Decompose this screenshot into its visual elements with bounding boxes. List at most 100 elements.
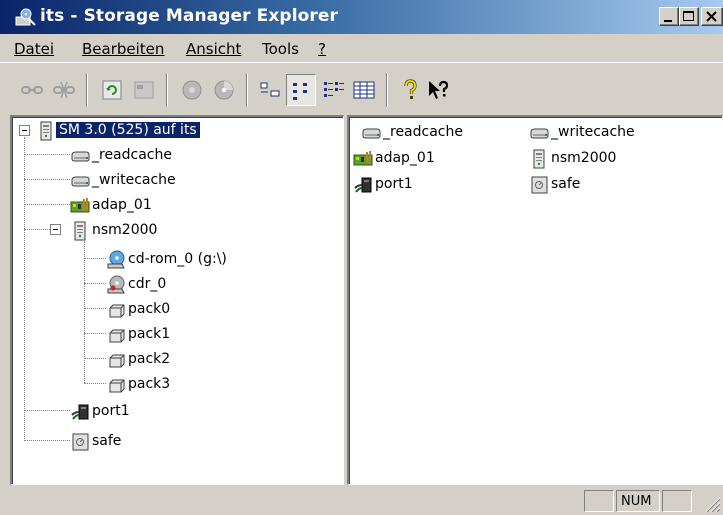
tree-node-label: safe — [92, 433, 122, 449]
tree-connector — [24, 137, 25, 441]
menu-bearbeiten[interactable]: Bearbeiten — [82, 40, 164, 58]
storage-manager-app-icon — [15, 8, 36, 26]
status-panel-empty — [584, 490, 614, 512]
menu-bar: Datei Bearbeiten Ansicht Tools ? — [0, 34, 723, 62]
status-bar: NUM — [0, 487, 723, 515]
toolbar-separator — [86, 73, 88, 107]
tree-connector — [24, 229, 50, 230]
tree-expander-root[interactable] — [19, 125, 30, 136]
tree-connector — [24, 204, 70, 205]
tree-connector — [84, 283, 106, 284]
menu-ansicht[interactable]: Ansicht — [186, 40, 241, 58]
properties-icon[interactable] — [132, 78, 156, 102]
list-item-label: port1 — [375, 176, 413, 192]
tree-expander-nsm2000[interactable] — [50, 224, 61, 235]
tree-pane[interactable]: SM 3.0 (525) auf its _readcache _writeca… — [10, 115, 344, 485]
tree-node-label: pack2 — [128, 351, 171, 367]
tree-node-label: pack1 — [128, 326, 171, 342]
title-bar[interactable]: its - Storage Manager Explorer — [0, 0, 723, 34]
menu-help-label: ? — [318, 40, 326, 58]
server-icon — [70, 221, 90, 241]
cdrom-icon — [106, 250, 126, 270]
toolbar-separator — [166, 73, 168, 107]
help-icon[interactable] — [398, 78, 422, 102]
tree-connector — [24, 410, 70, 411]
large-icons-view-icon[interactable] — [258, 78, 282, 102]
port-icon — [353, 175, 373, 195]
cd-writer-icon — [106, 275, 126, 295]
tree-node-label: SM 3.0 (525) auf its — [55, 121, 201, 139]
tree-connector — [84, 258, 106, 259]
maximize-button[interactable] — [679, 7, 699, 26]
tree-connector — [84, 383, 106, 384]
list-item-label: safe — [551, 176, 581, 192]
pack-icon — [106, 350, 126, 370]
adapter-icon — [70, 196, 90, 216]
menu-tools-label: Tools — [262, 40, 299, 58]
tree-connector — [24, 440, 70, 441]
menu-help[interactable]: ? — [318, 40, 326, 58]
tree-node-label: port1 — [92, 403, 130, 419]
toolbar — [0, 62, 723, 116]
connect-icon[interactable] — [20, 78, 44, 102]
tree-node-label: nsm2000 — [92, 222, 158, 238]
cache-drive-icon — [70, 171, 90, 191]
tree-connector — [84, 333, 106, 334]
list-item-label: adap_01 — [375, 150, 435, 166]
tree-node-label: pack3 — [128, 376, 171, 392]
window-title: its - Storage Manager Explorer — [40, 6, 339, 26]
tree-node-label: cd-rom_0 (g:\) — [128, 251, 227, 267]
tree-node-label: cdr_0 — [128, 276, 167, 292]
tree-node-label: pack0 — [128, 301, 171, 317]
port-icon — [70, 402, 90, 422]
safe-icon — [70, 432, 90, 452]
cache-drive-icon — [70, 146, 90, 166]
pack-icon — [106, 375, 126, 395]
small-icons-view-button[interactable] — [286, 74, 316, 106]
maximize-icon — [683, 11, 694, 21]
pack-icon — [106, 300, 126, 320]
close-button[interactable] — [701, 7, 723, 26]
small-icons-view-icon — [293, 83, 307, 100]
tree-node-label: _readcache — [92, 147, 172, 163]
tree-connector — [24, 154, 70, 155]
pack-icon — [106, 325, 126, 345]
list-item-label: nsm2000 — [551, 150, 617, 166]
adapter-icon — [353, 149, 373, 169]
tree-connector — [84, 241, 85, 383]
list-item-label: _readcache — [383, 124, 463, 140]
menu-ansicht-label: Ansicht — [186, 40, 242, 58]
resize-grip-icon[interactable] — [703, 495, 721, 513]
minimize-icon — [664, 20, 672, 22]
tree-connector — [24, 179, 70, 180]
close-icon — [706, 11, 717, 22]
tree-node-label: _writecache — [92, 172, 176, 188]
server-icon — [36, 121, 56, 141]
safe-icon — [529, 175, 549, 195]
list-item-label: _writecache — [551, 124, 635, 140]
num-lock-indicator: NUM — [621, 494, 652, 509]
disk-icon[interactable] — [180, 78, 204, 102]
cache-drive-icon — [529, 123, 549, 143]
toolbar-separator — [386, 73, 388, 107]
menu-bearbeiten-label: Bearbeiten — [82, 40, 165, 58]
status-panel-num: NUM — [616, 490, 660, 512]
tree-node-label: adap_01 — [92, 197, 152, 213]
menu-datei[interactable]: Datei — [14, 40, 54, 58]
toolbar-separator — [246, 73, 248, 107]
disconnect-icon[interactable] — [52, 78, 76, 102]
cd-icon[interactable] — [212, 78, 236, 102]
details-view-icon[interactable] — [352, 78, 376, 102]
minimize-button[interactable] — [659, 7, 679, 26]
list-pane[interactable]: _readcache _writecache adap_01 nsm2000 p… — [347, 115, 723, 485]
whats-this-icon[interactable] — [426, 78, 450, 102]
menu-datei-label: Datei — [14, 40, 55, 58]
refresh-icon[interactable] — [100, 78, 124, 102]
menu-tools[interactable]: Tools — [262, 40, 299, 58]
tree-connector — [84, 358, 106, 359]
server-icon — [529, 149, 549, 169]
list-view-icon[interactable] — [322, 78, 346, 102]
status-panel-scroll — [662, 490, 692, 512]
cache-drive-icon — [361, 123, 381, 143]
tree-connector — [84, 308, 106, 309]
